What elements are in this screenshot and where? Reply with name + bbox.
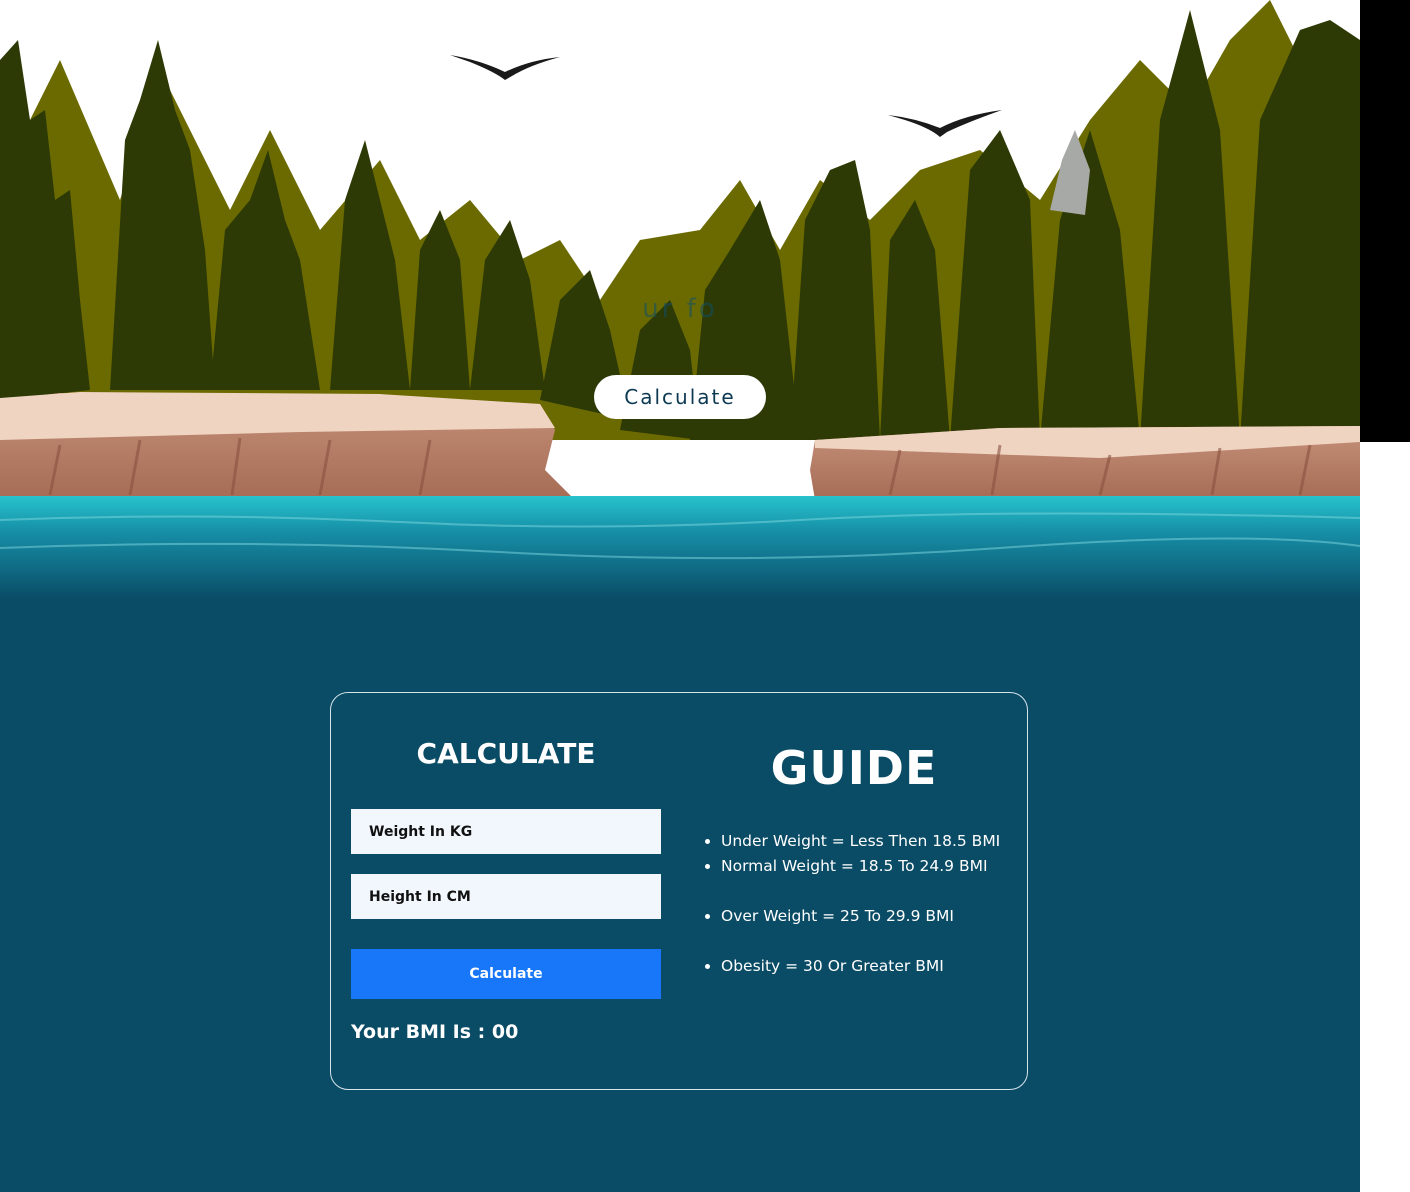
water bbox=[0, 496, 1360, 600]
bmi-result: Your BMI Is : 00 bbox=[351, 1021, 519, 1043]
hero-subtitle: ur fo bbox=[642, 294, 718, 324]
guide-heading: GUIDE bbox=[770, 741, 938, 795]
height-input[interactable] bbox=[351, 874, 661, 919]
guide-item-underweight: Under Weight = Less Then 18.5 BMI bbox=[721, 829, 1021, 854]
calculate-heading: CALCULATE bbox=[416, 737, 596, 770]
bmi-card: CALCULATE Calculate Your BMI Is : 00 GUI… bbox=[330, 692, 1028, 1090]
guide-item-normal: Normal Weight = 18.5 To 24.9 BMI bbox=[721, 854, 1021, 879]
page: ur fo Calculate CALCULATE Calculate Your… bbox=[0, 0, 1360, 1192]
calculate-button[interactable]: Calculate bbox=[351, 949, 661, 999]
weight-input[interactable] bbox=[351, 809, 661, 854]
hero-calculate-button[interactable]: Calculate bbox=[594, 375, 766, 419]
guide-item-overweight: Over Weight = 25 To 29.9 BMI bbox=[721, 904, 1021, 929]
guide-list: Under Weight = Less Then 18.5 BMI Normal… bbox=[701, 829, 1021, 979]
scrollbar-region bbox=[1360, 0, 1410, 442]
hero-banner: ur fo Calculate bbox=[0, 0, 1360, 600]
guide-item-obesity: Obesity = 30 Or Greater BMI bbox=[721, 954, 1021, 979]
